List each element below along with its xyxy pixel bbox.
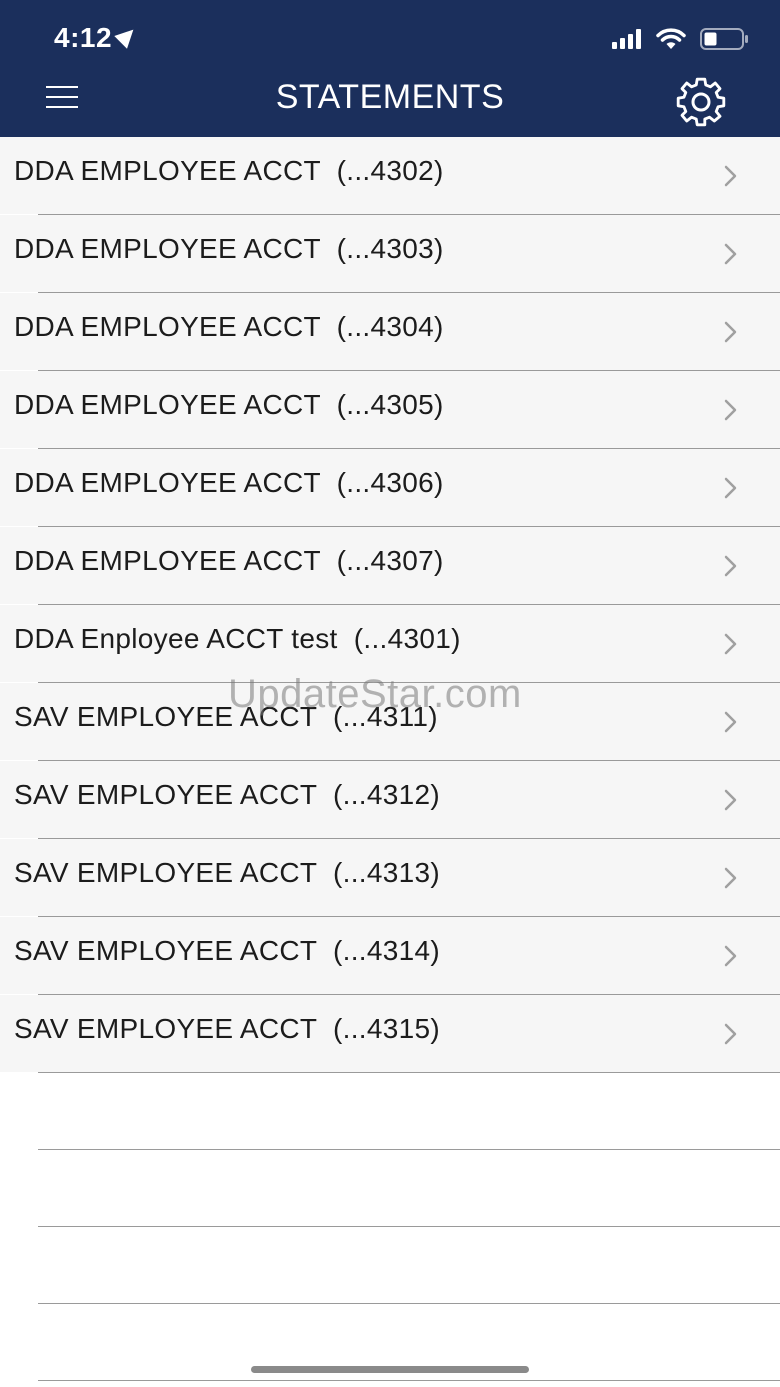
account-row[interactable]: SAV EMPLOYEE ACCT (...4315) (0, 995, 780, 1072)
account-label: DDA Enployee ACCT test (...4301) (14, 623, 461, 655)
account-name: DDA EMPLOYEE ACCT (14, 155, 321, 186)
account-number: (...4313) (333, 857, 440, 888)
chevron-right-icon (724, 321, 737, 343)
account-name: DDA EMPLOYEE ACCT (14, 467, 321, 498)
account-label: SAV EMPLOYEE ACCT (...4312) (14, 779, 440, 811)
account-number: (...4314) (333, 935, 440, 966)
status-time-text: 4:12 (54, 22, 113, 53)
chevron-right-icon (724, 867, 737, 889)
account-number: (...4315) (333, 1013, 440, 1044)
gear-icon (676, 77, 726, 127)
chevron-right-icon (724, 789, 737, 811)
chevron-right-icon (724, 477, 737, 499)
account-label: DDA EMPLOYEE ACCT (...4303) (14, 233, 444, 265)
account-row[interactable]: DDA EMPLOYEE ACCT (...4305) (0, 371, 780, 448)
status-icons (612, 24, 750, 54)
account-name: SAV EMPLOYEE ACCT (14, 779, 317, 810)
account-number: (...4305) (336, 389, 444, 420)
account-number: (...4306) (336, 467, 444, 498)
chevron-right-icon (724, 945, 737, 967)
statement-account-list: DDA EMPLOYEE ACCT (...4302) DDA EMPLOYEE … (0, 137, 780, 1381)
account-row[interactable]: DDA Enployee ACCT test (...4301) (0, 605, 780, 682)
chevron-right-icon (724, 711, 737, 733)
row-separator (38, 1380, 780, 1381)
account-number: (...4312) (333, 779, 440, 810)
account-row[interactable]: DDA EMPLOYEE ACCT (...4304) (0, 293, 780, 370)
account-name: DDA Enployee ACCT test (14, 623, 338, 654)
account-name: DDA EMPLOYEE ACCT (14, 389, 321, 420)
chevron-right-icon (724, 633, 737, 655)
battery-icon (700, 28, 748, 50)
account-number: (...4301) (353, 623, 461, 654)
empty-row (0, 1150, 780, 1226)
account-number: (...4304) (336, 311, 444, 342)
account-row[interactable]: DDA EMPLOYEE ACCT (...4306) (0, 449, 780, 526)
settings-button[interactable] (671, 76, 731, 128)
location-arrow-icon (114, 23, 140, 49)
cellular-signal-icon (612, 29, 641, 49)
account-number: (...4302) (336, 155, 444, 186)
account-name: SAV EMPLOYEE ACCT (14, 1013, 317, 1044)
home-indicator (251, 1366, 529, 1373)
account-label: DDA EMPLOYEE ACCT (...4304) (14, 311, 444, 343)
account-name: DDA EMPLOYEE ACCT (14, 311, 321, 342)
account-label: DDA EMPLOYEE ACCT (...4305) (14, 389, 444, 421)
status-time: 4:12 (54, 22, 140, 54)
account-name: SAV EMPLOYEE ACCT (14, 935, 317, 966)
account-number: (...4303) (336, 233, 444, 264)
account-row[interactable]: SAV EMPLOYEE ACCT (...4314) (0, 917, 780, 994)
empty-row (0, 1073, 780, 1149)
account-name: DDA EMPLOYEE ACCT (14, 545, 321, 576)
chevron-right-icon (724, 165, 737, 187)
account-label: SAV EMPLOYEE ACCT (...4315) (14, 1013, 440, 1045)
account-row[interactable]: SAV EMPLOYEE ACCT (...4312) (0, 761, 780, 838)
chevron-right-icon (724, 243, 737, 265)
account-label: DDA EMPLOYEE ACCT (...4302) (14, 155, 444, 187)
chevron-right-icon (724, 555, 737, 577)
account-label: DDA EMPLOYEE ACCT (...4307) (14, 545, 444, 577)
account-label: SAV EMPLOYEE ACCT (...4314) (14, 935, 440, 967)
watermark: UpdateStar.com (228, 672, 522, 716)
empty-row (0, 1227, 780, 1303)
account-row[interactable]: DDA EMPLOYEE ACCT (...4303) (0, 215, 780, 292)
page-title: STATEMENTS (275, 78, 505, 116)
wifi-icon (656, 28, 686, 49)
account-label: DDA EMPLOYEE ACCT (...4306) (14, 467, 444, 499)
account-row[interactable]: DDA EMPLOYEE ACCT (...4302) (0, 137, 780, 214)
account-label: SAV EMPLOYEE ACCT (...4313) (14, 857, 440, 889)
account-name: SAV EMPLOYEE ACCT (14, 857, 317, 888)
account-row[interactable]: DDA EMPLOYEE ACCT (...4307) (0, 527, 780, 604)
account-row[interactable]: SAV EMPLOYEE ACCT (...4313) (0, 839, 780, 916)
chevron-right-icon (724, 1023, 737, 1045)
account-name: DDA EMPLOYEE ACCT (14, 233, 321, 264)
app-header: 4:12 STATEMENTS (0, 0, 780, 137)
chevron-right-icon (724, 399, 737, 421)
account-number: (...4307) (336, 545, 444, 576)
